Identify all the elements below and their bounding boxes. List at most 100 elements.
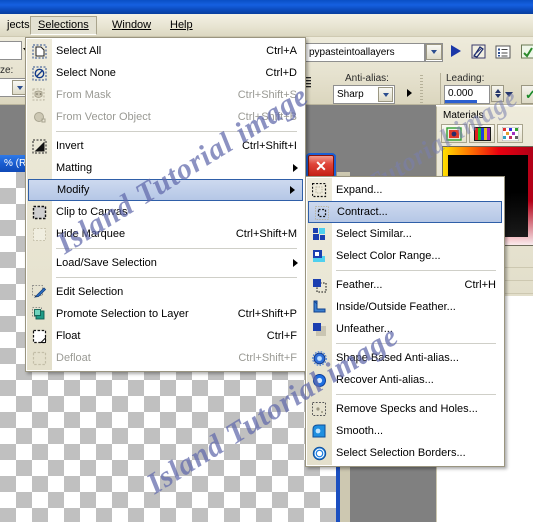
smooth-icon xyxy=(311,423,328,439)
leading-input[interactable]: 0.000 xyxy=(444,85,490,104)
submenu-separator xyxy=(336,270,496,271)
antialias-combo[interactable]: Sharp xyxy=(333,85,395,104)
preset-combo-dropdown[interactable] xyxy=(425,43,443,62)
menu-bar: jects Selections Window Help xyxy=(0,14,533,37)
menu-item-label: Modify xyxy=(57,184,90,196)
submenu-item-remove-specks-and-holes[interactable]: Remove Specks and Holes... xyxy=(306,398,504,420)
leading-label: Leading: xyxy=(446,73,485,84)
menu-item-label: Edit Selection xyxy=(56,286,124,298)
submenu-item-smooth[interactable]: Smooth... xyxy=(306,420,504,442)
menu-item-label: Clip to Canvas xyxy=(56,206,128,218)
window-title-strip xyxy=(0,0,533,14)
menu-item-load-save-selection[interactable]: Load/Save Selection xyxy=(26,252,305,274)
submenu-item-label: Select Similar... xyxy=(336,228,412,240)
submenu-item-unfeather[interactable]: Unfeather... xyxy=(306,318,504,340)
menubar-item-window[interactable]: Window xyxy=(105,16,158,35)
materials-tab-rainbow[interactable] xyxy=(469,124,495,143)
menubar-item-help[interactable]: Help xyxy=(163,16,200,35)
menu-item-float[interactable]: Float Ctrl+F xyxy=(26,325,305,347)
invert-icon xyxy=(31,138,48,154)
list-properties-icon[interactable] xyxy=(494,43,512,61)
recover-antialias-icon xyxy=(311,372,328,388)
submenu-item-label: Feather... xyxy=(336,279,383,291)
menu-item-from-vector-object[interactable]: From Vector Object Ctrl+Shift+B xyxy=(26,106,305,128)
size-label: ze: xyxy=(0,65,14,76)
menu-item-accel: Ctrl+Shift+F xyxy=(238,352,297,364)
menu-item-defloat[interactable]: Defloat Ctrl+Shift+F xyxy=(26,347,305,369)
menu-item-label: Promote Selection to Layer xyxy=(56,308,189,320)
chevron-down-icon-2[interactable] xyxy=(503,87,515,101)
menu-item-accel: Ctrl+Shift+S xyxy=(237,89,297,101)
menu-item-label: Defloat xyxy=(56,352,91,364)
menu-item-from-mask[interactable]: From Mask Ctrl+Shift+S xyxy=(26,84,305,106)
unfeather-icon xyxy=(311,321,328,337)
expand-options-icon[interactable] xyxy=(404,86,414,100)
menu-item-promote-selection-to-layer[interactable]: Promote Selection to Layer Ctrl+Shift+P xyxy=(26,303,305,325)
menu-item-label: Load/Save Selection xyxy=(56,257,157,269)
menu-item-hide-marquee[interactable]: Hide Marquee Ctrl+Shift+M xyxy=(26,223,305,245)
apply-play-icon[interactable] xyxy=(448,43,464,59)
menu-item-select-none[interactable]: Select None Ctrl+D xyxy=(26,62,305,84)
from-mask-icon xyxy=(31,87,48,103)
menu-item-invert[interactable]: Invert Ctrl+Shift+I xyxy=(26,135,305,157)
submenu-separator xyxy=(336,394,496,395)
menu-item-label: Hide Marquee xyxy=(56,228,126,240)
antialias-combo-arrow[interactable] xyxy=(378,87,393,102)
submenu-item-contract[interactable]: Contract... xyxy=(308,201,502,223)
document-close-button[interactable]: ✕ xyxy=(308,155,334,177)
float-icon xyxy=(31,328,48,344)
close-icon: ✕ xyxy=(315,157,327,174)
menu-item-label: Select None xyxy=(56,67,116,79)
edit-selection-icon xyxy=(31,284,48,300)
menubar-item-selections-label: Selections xyxy=(38,19,89,31)
menu-item-label: Float xyxy=(56,330,81,342)
submenu-item-select-selection-borders[interactable]: Select Selection Borders... xyxy=(306,442,504,464)
menu-item-select-all[interactable]: Select All Ctrl+A xyxy=(26,40,305,62)
preset-combo-value: pypasteintoallayers xyxy=(309,47,395,58)
modify-submenu: Expand... Contract... Select Similar... … xyxy=(305,176,505,467)
submenu-separator xyxy=(336,343,496,344)
menu-item-matting[interactable]: Matting xyxy=(26,157,305,179)
menu-separator xyxy=(56,248,297,249)
menu-item-accel: Ctrl+Shift+I xyxy=(241,140,297,152)
submenu-arrow-icon xyxy=(293,164,298,172)
submenu-item-label: Inside/Outside Feather... xyxy=(336,301,456,313)
preset-combo-left[interactable]: oto xyxy=(0,41,22,60)
submenu-item-expand[interactable]: Expand... xyxy=(306,179,504,201)
menu-separator xyxy=(56,131,297,132)
submenu-item-select-similar[interactable]: Select Similar... xyxy=(306,223,504,245)
menu-item-accel: Ctrl+Shift+B xyxy=(237,111,297,123)
menu-item-edit-selection[interactable]: Edit Selection xyxy=(26,281,305,303)
preset-dropdown-arrow[interactable] xyxy=(426,44,442,60)
select-none-icon xyxy=(31,65,48,81)
submenu-item-shape-based-anti-alias[interactable]: Shape Based Anti-alias... xyxy=(306,347,504,369)
selections-menu-list: Select All Ctrl+A Select None Ctrl+D Fro… xyxy=(26,38,305,371)
menu-item-accel: Ctrl+D xyxy=(265,67,297,79)
submenu-arrow-icon xyxy=(293,259,298,267)
materials-panel-title: Materials xyxy=(443,110,484,121)
submenu-item-feather[interactable]: Feather... Ctrl+H xyxy=(306,274,504,296)
submenu-item-label: Expand... xyxy=(336,184,383,196)
menubar-item-objects-label: jects xyxy=(7,19,30,31)
submenu-item-select-color-range[interactable]: Select Color Range... xyxy=(306,245,504,267)
submenu-item-recover-anti-alias[interactable]: Recover Anti-alias... xyxy=(306,369,504,391)
selections-dropdown-menu: Select All Ctrl+A Select None Ctrl+D Fro… xyxy=(25,37,306,372)
materials-tab-pattern[interactable] xyxy=(497,124,523,143)
menu-item-accel: Ctrl+Shift+M xyxy=(235,228,297,240)
submenu-item-inside-outside-feather[interactable]: Inside/Outside Feather... xyxy=(306,296,504,318)
submenu-item-label: Select Color Range... xyxy=(336,250,441,262)
preset-combo[interactable]: pypasteintoallayers xyxy=(305,43,425,62)
menu-item-modify[interactable]: Modify xyxy=(28,179,303,201)
menu-separator xyxy=(56,277,297,278)
text-edit-icon[interactable] xyxy=(470,43,488,61)
inside-outside-feather-icon xyxy=(311,299,328,315)
antialias-label: Anti-alias: xyxy=(345,73,389,84)
menu-item-clip-to-canvas[interactable]: Clip to Canvas xyxy=(26,201,305,223)
menu-item-accel: Ctrl+A xyxy=(266,45,297,57)
materials-tab-frame[interactable] xyxy=(441,124,467,143)
apply-check-button[interactable]: ✓ xyxy=(521,85,533,104)
submenu-item-label: Contract... xyxy=(337,206,388,218)
align-icon[interactable] xyxy=(520,43,533,61)
menubar-item-selections[interactable]: Selections xyxy=(30,16,97,35)
select-color-range-icon xyxy=(311,248,328,264)
